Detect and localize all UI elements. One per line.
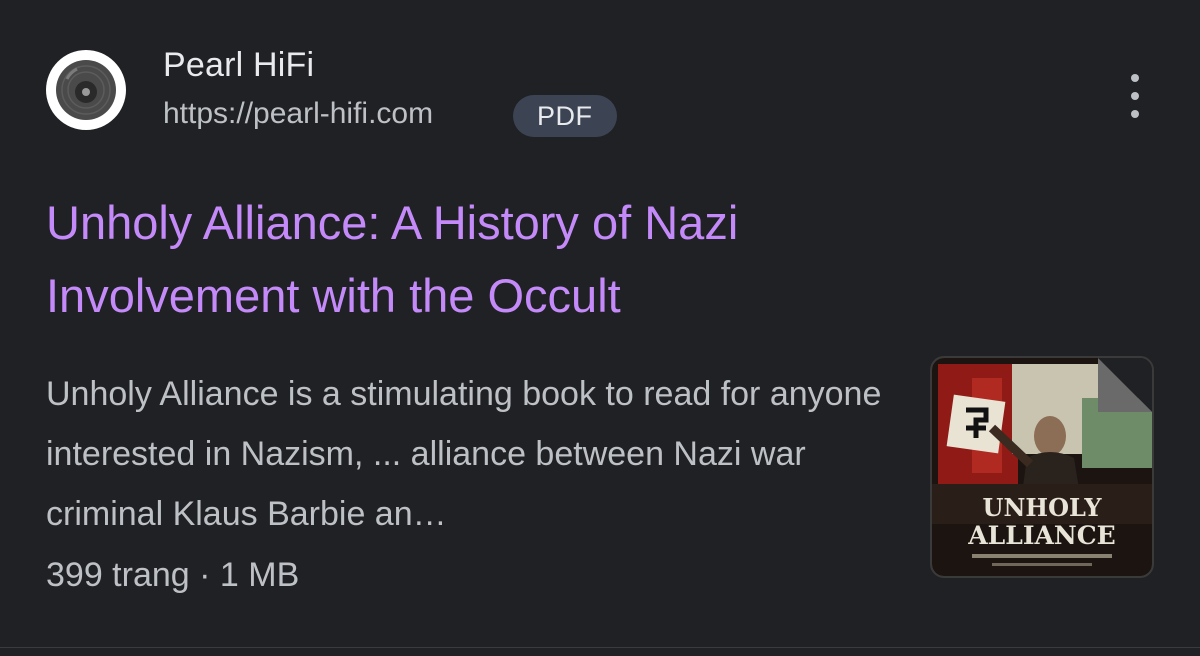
cover-title-line1: UNHOLY bbox=[983, 493, 1103, 522]
vinyl-record-icon bbox=[56, 60, 116, 120]
divider bbox=[0, 647, 1200, 648]
site-url[interactable]: https://pearl-hifi.com bbox=[163, 97, 433, 131]
site-favicon[interactable] bbox=[46, 50, 126, 130]
more-vert-icon bbox=[1131, 74, 1139, 82]
cover-title-line2: ALLIANCE bbox=[967, 521, 1115, 550]
result-meta: 399 trang · 1 MB bbox=[46, 556, 300, 594]
site-name[interactable]: Pearl HiFi bbox=[163, 46, 314, 85]
more-options-button[interactable] bbox=[1117, 74, 1153, 118]
book-cover-thumbnail[interactable]: UNHOLY ALLIANCE bbox=[930, 356, 1154, 578]
result-snippet: Unholy Alliance is a stimulating book to… bbox=[46, 375, 882, 533]
file-type-badge: PDF bbox=[513, 95, 617, 137]
book-cover-image: UNHOLY ALLIANCE bbox=[932, 358, 1152, 576]
result-title-link[interactable]: Unholy Alliance: A History of Nazi Invol… bbox=[46, 186, 946, 332]
search-result-card: Pearl HiFi https://pearl-hifi.com PDF Un… bbox=[0, 0, 1200, 656]
